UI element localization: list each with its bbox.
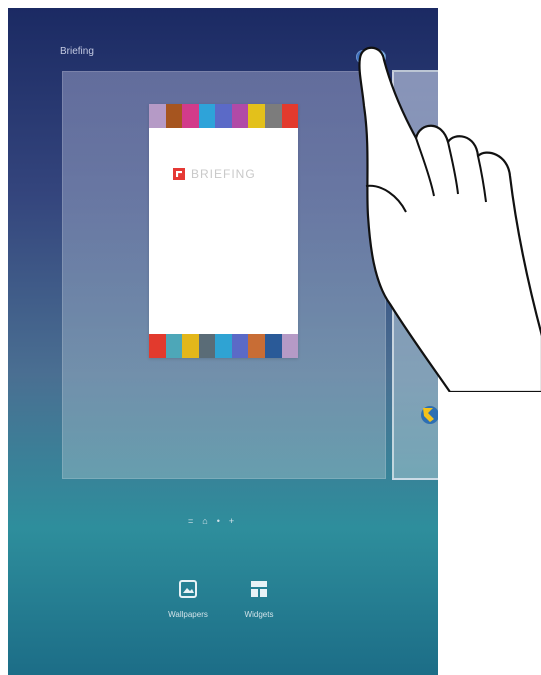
home-icon[interactable]: ⌂ <box>202 517 207 526</box>
stripe-segment <box>264 104 282 128</box>
stripe-segment <box>215 334 232 358</box>
briefing-title: Briefing <box>60 46 94 57</box>
wallpapers-label: Wallpapers <box>168 610 208 619</box>
widgets-button[interactable]: Widgets <box>229 580 289 619</box>
yellow-app-icon <box>421 406 438 424</box>
widgets-icon <box>251 581 267 597</box>
lines-icon[interactable]: = <box>188 517 193 526</box>
stripe-segment <box>231 334 249 358</box>
card-bottom-stripe <box>149 334 299 358</box>
widgets-label: Widgets <box>244 610 274 619</box>
card-brand-text: BRIEFING <box>191 167 256 181</box>
page-indicators: = ⌂ • + <box>188 517 234 526</box>
card-brand: BRIEFING <box>173 167 256 181</box>
dot-icon[interactable]: • <box>217 517 220 526</box>
stripe-segment <box>182 104 199 128</box>
stripe-segment <box>165 334 183 358</box>
stripe-segment <box>281 104 299 128</box>
flipboard-icon <box>173 168 185 180</box>
plus-icon[interactable]: + <box>229 517 234 526</box>
stripe-segment <box>215 104 232 128</box>
stripe-segment <box>149 104 166 128</box>
stripe-segment <box>182 334 199 358</box>
stripe-segment <box>264 334 282 358</box>
stripe-segment <box>281 334 299 358</box>
stripe-segment <box>248 104 265 128</box>
stripe-segment <box>198 104 216 128</box>
card-top-stripe <box>149 104 299 128</box>
stripe-segment <box>248 334 265 358</box>
stripe-segment <box>165 104 183 128</box>
wallpaper-icon <box>179 580 197 598</box>
stripe-segment <box>231 104 249 128</box>
briefing-card[interactable]: BRIEFING <box>149 104 299 358</box>
pointing-hand-icon <box>358 46 541 392</box>
stripe-segment <box>149 334 166 358</box>
stripe-segment <box>198 334 216 358</box>
wallpapers-button[interactable]: Wallpapers <box>158 580 218 619</box>
